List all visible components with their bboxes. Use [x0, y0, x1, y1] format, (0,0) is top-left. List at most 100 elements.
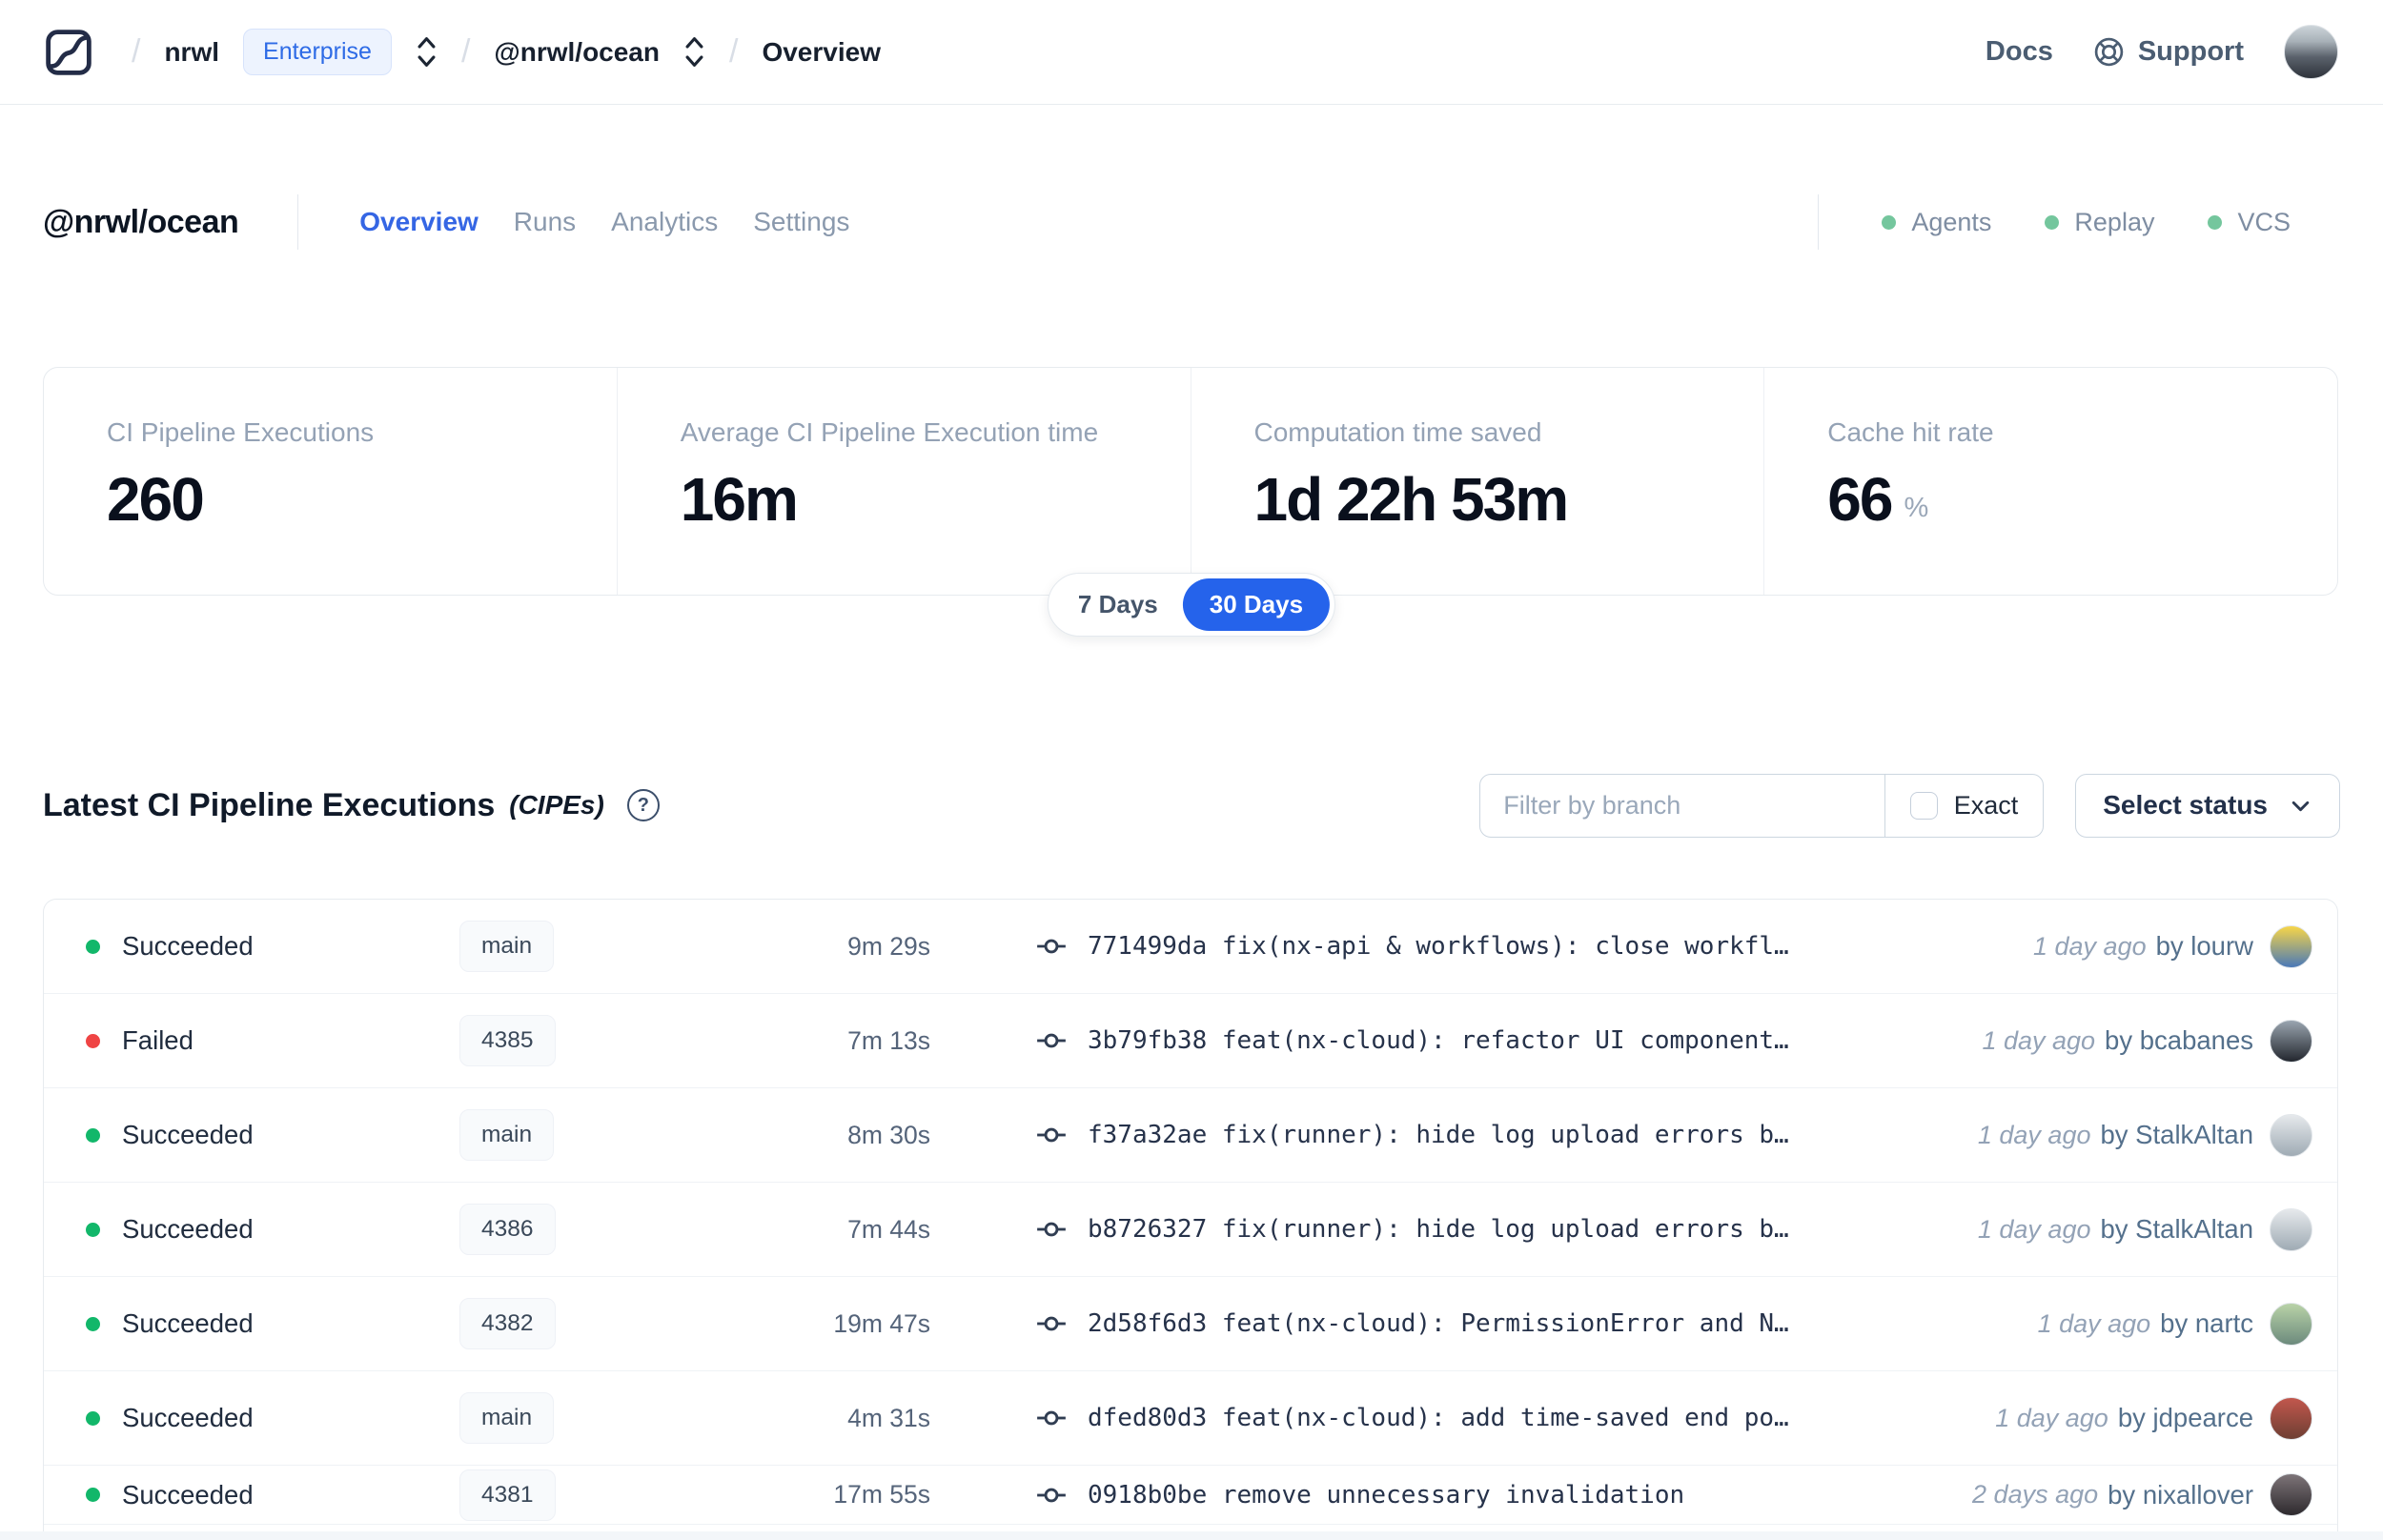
- top-navbar: / nrwl Enterprise / @nrwl/ocean / Overvi…: [0, 0, 2383, 105]
- breadcrumb-separator: /: [729, 33, 739, 70]
- exact-checkbox[interactable]: [1909, 791, 1938, 820]
- stat-cell: Average CI Pipeline Execution time 16m: [616, 368, 1191, 595]
- page: / nrwl Enterprise / @nrwl/ocean / Overvi…: [0, 0, 2383, 1540]
- status-dot-icon: [86, 1488, 100, 1502]
- chevron-down-icon: [2291, 800, 2310, 811]
- git-commit-icon: [1037, 1222, 1066, 1237]
- range-option[interactable]: 7 Days: [1053, 578, 1183, 631]
- breadcrumb-page: Overview: [762, 36, 881, 67]
- range-toggle: 7 Days 30 Days: [1047, 573, 1336, 637]
- author-label: by nartc: [2160, 1308, 2253, 1338]
- time-ago-label: 1 day ago: [1977, 1214, 2091, 1244]
- table-row[interactable]: Succeeded main 8m 30s f37a32ae fix(runne…: [44, 1088, 2337, 1183]
- cipe-table: Succeeded main 9m 29s 771499da fix(nx-ap…: [43, 899, 2338, 1540]
- duration-label: 4m 31s: [847, 1403, 930, 1432]
- status-dot-icon: [86, 1316, 100, 1331]
- org-selector-chevrons-icon[interactable]: [416, 34, 438, 70]
- breadcrumb-org[interactable]: nrwl: [164, 37, 219, 68]
- status-dot-icon: [86, 1033, 100, 1048]
- row-meta: 1 day ago by nartc: [2038, 1302, 2312, 1346]
- status-indicator[interactable]: VCS: [2208, 208, 2291, 237]
- exact-label[interactable]: Exact: [1954, 791, 2019, 821]
- author-avatar: [2270, 1396, 2312, 1440]
- row-meta: 1 day ago by StalkAltan: [1978, 1113, 2312, 1157]
- author-avatar: [2270, 1019, 2312, 1063]
- branch-cell: 4385: [435, 1015, 797, 1066]
- git-commit-icon: [1037, 1316, 1066, 1331]
- table-row[interactable]: Succeeded main 9m 29s 771499da fix(nx-ap…: [44, 900, 2337, 994]
- table-row[interactable]: Succeeded 4381 17m 55s 0918b0be remove u…: [44, 1466, 2337, 1525]
- branch-badge: 4386: [459, 1204, 556, 1255]
- org-plan-badge: Enterprise: [243, 29, 392, 75]
- commit-cell: b8726327 fix(runner): hide log upload er…: [1035, 1213, 1949, 1246]
- tab[interactable]: Settings: [753, 207, 849, 237]
- commit-cell: dfed80d3 feat(nx-cloud): add time-saved …: [1035, 1402, 1966, 1434]
- docs-link[interactable]: Docs: [1986, 36, 2053, 68]
- branch-badge: main: [459, 1109, 555, 1161]
- commit-message: b8726327 fix(runner): hide log upload er…: [1088, 1215, 1789, 1244]
- branch-cell: 4382: [435, 1298, 797, 1349]
- breadcrumb-workspace[interactable]: @nrwl/ocean: [494, 37, 660, 68]
- author-label: by lourw: [2155, 931, 2253, 961]
- exact-filter: Exact: [1884, 774, 2044, 837]
- commit-message: 2d58f6d3 feat(nx-cloud): PermissionError…: [1088, 1309, 1789, 1338]
- stat-cell: Computation time saved 1d 22h 53m: [1190, 368, 1764, 595]
- cipes-title-suffix: (CIPEs): [509, 790, 604, 820]
- support-link[interactable]: Support: [2093, 36, 2244, 68]
- author-avatar: [2270, 1207, 2312, 1251]
- select-status-dropdown[interactable]: Select status: [2075, 773, 2340, 838]
- tab[interactable]: Analytics: [611, 207, 718, 237]
- range-option[interactable]: 30 Days: [1182, 578, 1331, 631]
- status-indicator[interactable]: Replay: [2045, 208, 2154, 237]
- status-label: Succeeded: [122, 1479, 254, 1510]
- branch-cell: main: [435, 1392, 797, 1444]
- git-commit-icon: [1037, 1127, 1066, 1143]
- bottom-band: [0, 1531, 2383, 1540]
- git-commit-icon: [1037, 1033, 1066, 1048]
- nx-cloud-logo-icon[interactable]: [45, 29, 92, 76]
- help-icon[interactable]: ?: [626, 789, 660, 821]
- workspace-selector-chevrons-icon[interactable]: [683, 34, 705, 70]
- workspace-title: @nrwl/ocean: [43, 203, 239, 240]
- tab[interactable]: Runs: [514, 207, 576, 237]
- branch-cell: main: [435, 1109, 797, 1161]
- user-avatar[interactable]: [2284, 25, 2338, 79]
- stat-value: 16m: [680, 465, 799, 534]
- branch-badge: main: [459, 1392, 555, 1444]
- time-ago-label: 1 day ago: [2032, 931, 2147, 961]
- status-label: Succeeded: [122, 1403, 254, 1432]
- breadcrumb: / nrwl Enterprise / @nrwl/ocean / Overvi…: [45, 29, 881, 76]
- indicator-dot-icon: [2208, 214, 2223, 230]
- time-ago-label: 1 day ago: [1995, 1403, 2108, 1432]
- stat-cell: Cache hit rate 66 %: [1763, 368, 2337, 595]
- author-avatar: [2270, 924, 2312, 968]
- table-row[interactable]: Failed 4385 7m 13s 3b79fb38 feat(nx-clou…: [44, 994, 2337, 1088]
- branch-filter-input[interactable]: [1480, 774, 1884, 837]
- commit-cell: 2d58f6d3 feat(nx-cloud): PermissionError…: [1035, 1307, 2009, 1340]
- branch-badge: 4381: [459, 1469, 556, 1521]
- tab[interactable]: Overview: [359, 207, 479, 237]
- status-dot-icon: [86, 939, 100, 954]
- status-indicator[interactable]: Agents: [1882, 208, 1991, 237]
- branch-badge: main: [459, 921, 555, 972]
- table-row[interactable]: Succeeded 4382 19m 47s 2d58f6d3 feat(nx-…: [44, 1277, 2337, 1371]
- stat-label: Computation time saved: [1253, 417, 1542, 447]
- table-row[interactable]: Succeeded 4386 7m 44s b8726327 fix(runne…: [44, 1183, 2337, 1277]
- status-dot-icon: [86, 1222, 100, 1237]
- divider: [1818, 194, 1820, 250]
- branch-filter-group: Exact: [1479, 773, 2045, 838]
- status-label: Failed: [122, 1025, 193, 1055]
- git-commit-icon: [1037, 939, 1066, 954]
- duration-label: 7m 44s: [847, 1214, 930, 1244]
- table-row[interactable]: Succeeded main 4m 31s dfed80d3 feat(nx-c…: [44, 1371, 2337, 1466]
- author-label: by StalkAltan: [2100, 1120, 2253, 1149]
- stat-value: 66: [1827, 465, 1893, 534]
- status-dot-icon: [86, 1127, 100, 1143]
- commit-cell: f37a32ae fix(runner): hide log upload er…: [1035, 1119, 1949, 1151]
- stat-value: 1d 22h 53m: [1253, 465, 1570, 534]
- cipes-title: Latest CI Pipeline Executions: [43, 786, 496, 823]
- status-dot-icon: [86, 1410, 100, 1426]
- commit-message: f37a32ae fix(runner): hide log upload er…: [1088, 1121, 1789, 1149]
- row-meta: 1 day ago by StalkAltan: [1977, 1207, 2312, 1251]
- stat-label: Average CI Pipeline Execution time: [680, 417, 1099, 447]
